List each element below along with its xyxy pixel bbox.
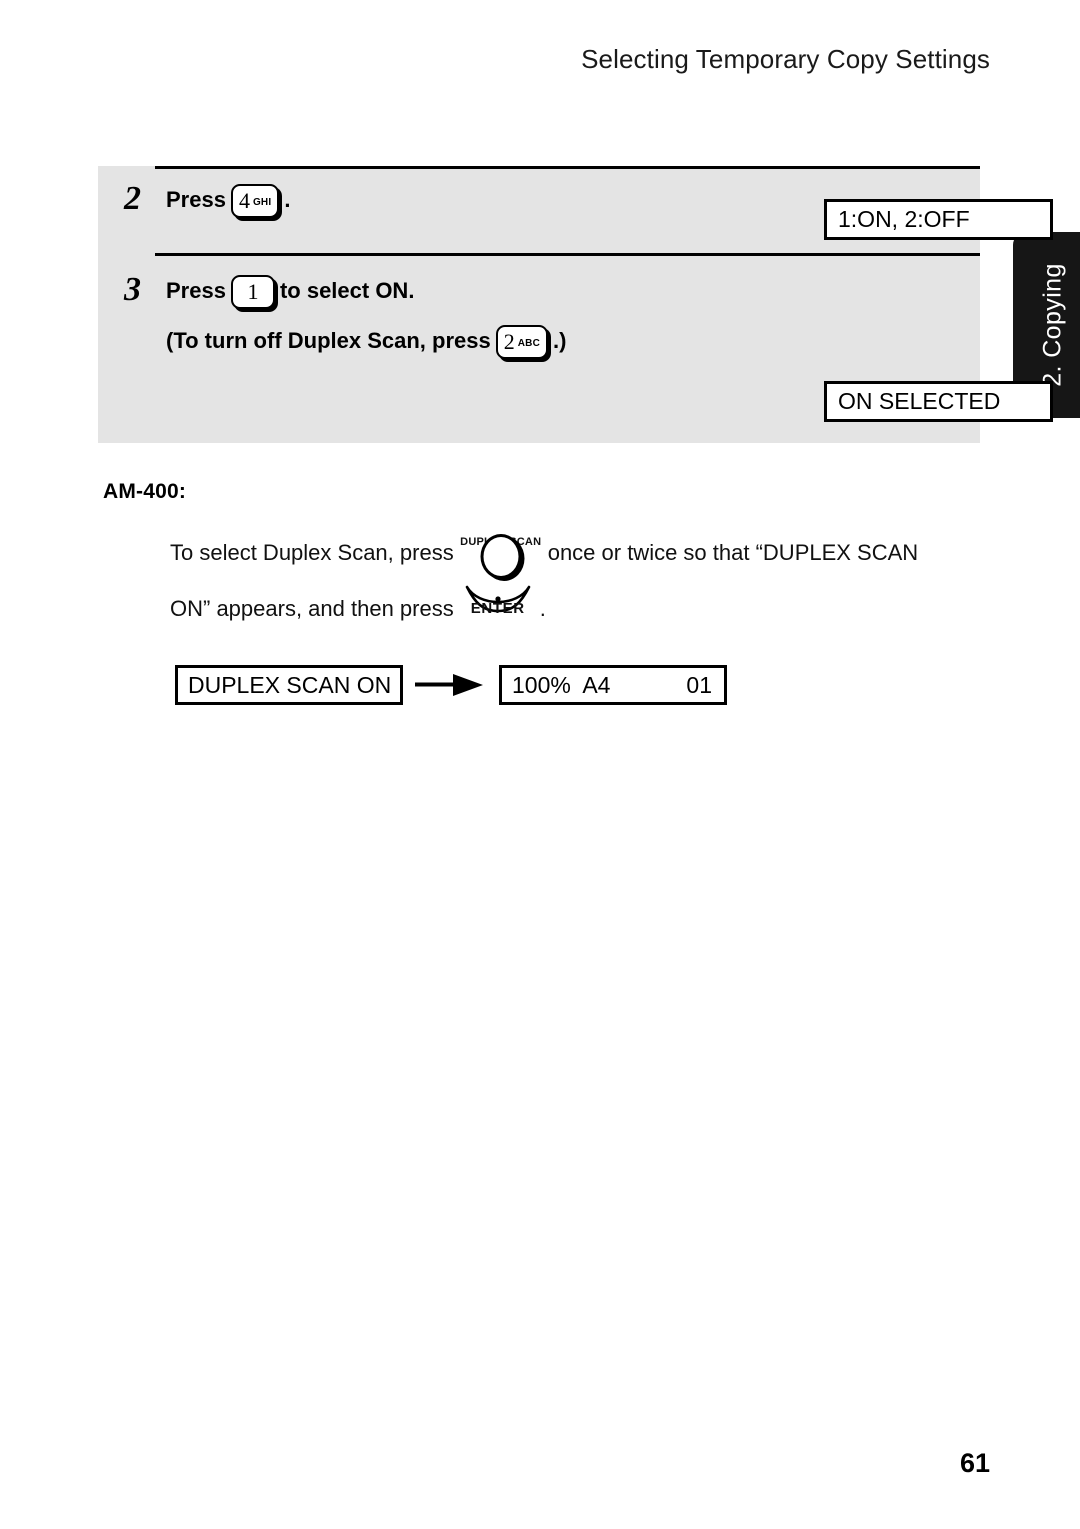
lcd-display-step-2: 1:ON, 2:OFF	[824, 199, 1053, 240]
am400-heading: AM-400:	[103, 480, 187, 503]
am400-line2-suffix: .	[539, 596, 546, 621]
display-flow-diagram: DUPLEX SCAN ON 100% A4 01	[175, 665, 727, 705]
step-3-text-prefix: Press	[166, 278, 226, 303]
keypad-key-4-digit: 4	[238, 188, 250, 213]
step-number-2: 2	[124, 180, 141, 217]
page-number: 61	[959, 1448, 990, 1478]
duplex-scan-button-icon[interactable]: DUPLEX SCAN	[458, 530, 544, 579]
am400-instruction-line-2: ON” appears, and then press ENTER .	[170, 581, 990, 637]
step-3-note-prefix: (To turn off Duplex Scan, press	[166, 328, 491, 353]
duplex-scan-button-circle	[480, 534, 522, 579]
step-2-instruction: Press 4 GHI .	[166, 180, 726, 220]
keypad-key-1-digit: 1	[247, 279, 259, 304]
keypad-key-1-icon[interactable]: 1	[230, 275, 275, 309]
step-body-3: Press 1 to select ON. (To turn off Duple…	[166, 271, 726, 361]
lcd-display-after-left-text: 100% A4	[512, 671, 611, 698]
chapter-side-tab-label: 2. Copying	[1038, 263, 1067, 387]
panel-divider-middle	[155, 253, 980, 256]
right-arrow-icon	[403, 672, 499, 698]
right-arrow-shape	[415, 674, 483, 696]
step-number-3: 3	[124, 271, 141, 308]
lcd-display-step-2-text: 1:ON, 2:OFF	[838, 206, 970, 232]
step-3-note: (To turn off Duplex Scan, press 2 ABC .)	[166, 321, 726, 361]
enter-button-label: ENTER	[470, 600, 525, 617]
step-2-text-prefix: Press	[166, 187, 226, 212]
am400-instructions: To select Duplex Scan, press DUPLEX SCAN…	[170, 525, 990, 637]
keypad-key-4-letters: GHI	[252, 197, 272, 208]
keypad-key-2-icon[interactable]: 2 ABC	[495, 325, 549, 359]
lcd-display-step-3: ON SELECTED	[824, 381, 1053, 422]
lcd-display-before: DUPLEX SCAN ON	[175, 665, 403, 705]
keypad-key-4-icon[interactable]: 4 GHI	[230, 184, 280, 218]
am400-instruction-line-1: To select Duplex Scan, press DUPLEX SCAN…	[170, 525, 990, 581]
step-3-note-suffix: .)	[553, 328, 567, 353]
step-body-2: Press 4 GHI .	[166, 180, 726, 220]
lcd-display-before-text: DUPLEX SCAN ON	[188, 671, 392, 698]
step-3-text-suffix: to select ON.	[279, 278, 415, 303]
keypad-key-2-letters: ABC	[517, 338, 541, 349]
lcd-display-step-3-text: ON SELECTED	[838, 388, 1001, 414]
lcd-display-after-right-text: 01	[686, 671, 712, 698]
step-2-text-suffix: .	[284, 187, 291, 212]
am400-line1-suffix: once or twice so that “DUPLEX SCAN	[547, 540, 919, 565]
panel-divider-top	[155, 166, 980, 169]
step-panel: 2 Press 4 GHI . 1:ON, 2:OFF 3 Press 1 to…	[98, 166, 1053, 443]
step-3-instruction: Press 1 to select ON.	[166, 271, 726, 311]
lcd-display-after: 100% A4 01	[499, 665, 727, 705]
page-title: Selecting Temporary Copy Settings	[581, 44, 990, 74]
keypad-key-2-digit: 2	[503, 329, 515, 354]
am400-line2-prefix: ON” appears, and then press	[170, 596, 454, 621]
enter-button-icon[interactable]: ENTER	[459, 585, 537, 633]
am400-line1-prefix: To select Duplex Scan, press	[170, 540, 454, 565]
